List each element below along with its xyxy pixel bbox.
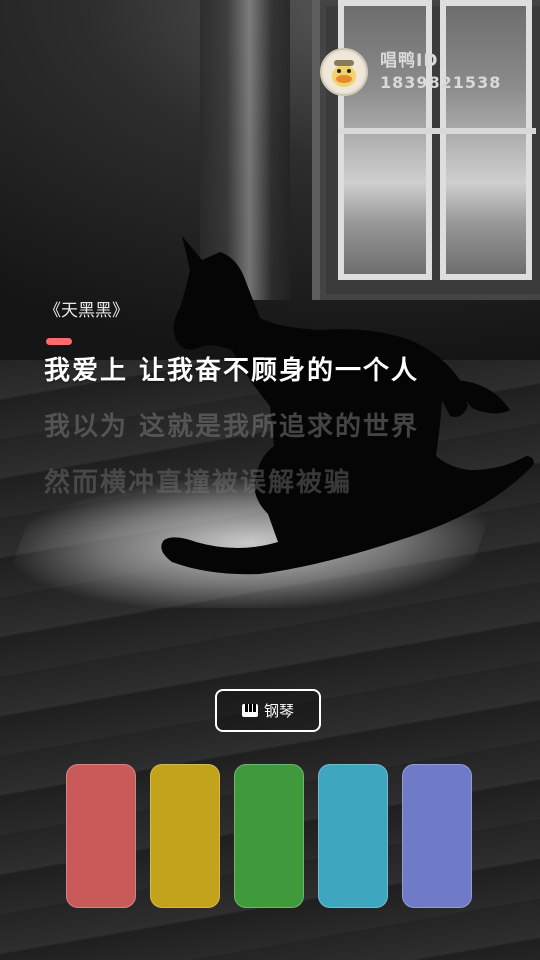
color-keys-panel <box>66 764 474 910</box>
duck-avatar-icon[interactable] <box>320 48 368 96</box>
instrument-label: 钢琴 <box>263 702 294 720</box>
key-green[interactable] <box>234 764 304 908</box>
song-title: 《天黑黑》 <box>44 301 129 321</box>
key-cyan[interactable] <box>318 764 388 908</box>
next-lyric-line: 我以为 这就是我所追求的世界 <box>44 412 420 442</box>
lyric-progress-indicator <box>46 338 72 345</box>
door-bar <box>338 128 536 134</box>
key-red[interactable] <box>66 764 136 908</box>
user-badge: 唱鸭ID: 1839821538 <box>320 48 501 96</box>
piano-icon <box>241 704 258 717</box>
user-id-label: 唱鸭ID: <box>380 51 447 71</box>
user-id-block: 唱鸭ID: 1839821538 <box>380 50 501 94</box>
key-purple[interactable] <box>402 764 472 908</box>
app-screen: 唱鸭ID: 1839821538 《天黑黑》 我爱上 让我奋不顾身的一个人 我以… <box>0 0 540 960</box>
key-yellow[interactable] <box>150 764 220 908</box>
following-lyric-line: 然而横冲直撞被误解被骗 <box>44 468 353 498</box>
duck-icon <box>324 52 364 92</box>
instrument-select-button[interactable]: 钢琴 <box>215 689 321 732</box>
user-id-value: 1839821538 <box>380 73 502 92</box>
current-lyric-line: 我爱上 让我奋不顾身的一个人 <box>44 356 420 386</box>
